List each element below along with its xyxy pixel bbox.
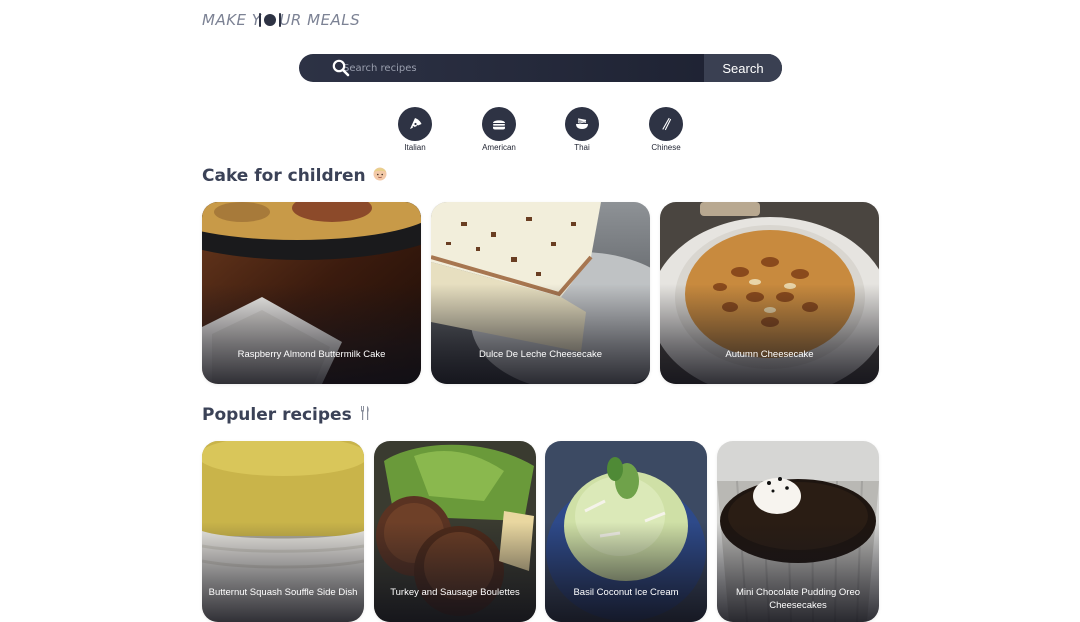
card-gradient <box>660 283 879 384</box>
recipe-card[interactable]: Raspberry Almond Buttermilk Cake <box>202 202 421 384</box>
search-field <box>299 54 704 82</box>
section-heading: Populer recipes <box>202 405 352 425</box>
cuisine-label: Chinese <box>651 143 681 152</box>
noodle-bowl-icon <box>565 107 599 141</box>
card-gradient <box>545 522 707 622</box>
cuisine-nav: Italian American Thai Chinese <box>0 107 1080 153</box>
recipe-card[interactable]: Autumn Cheesecake <box>660 202 879 384</box>
recipe-card[interactable]: Dulce De Leche Cheesecake <box>431 202 650 384</box>
cuisine-chinese[interactable]: Chinese <box>636 107 696 152</box>
search-bar: Search <box>299 54 782 82</box>
logo-text-right: UR MEALS <box>279 11 361 29</box>
search-button[interactable]: Search <box>704 54 782 82</box>
recipe-title: Turkey and Sausage Boulettes <box>390 587 520 598</box>
recipe-title: Basil Coconut Ice Cream <box>573 587 679 598</box>
recipe-title: Raspberry Almond Buttermilk Cake <box>237 349 386 360</box>
burger-icon <box>482 107 516 141</box>
chopsticks-icon <box>649 107 683 141</box>
recipe-card[interactable]: Basil Coconut Ice Cream <box>545 441 707 622</box>
section-title-popular: Populer recipes <box>202 405 372 425</box>
section-heading: Cake for children <box>202 166 366 186</box>
recipe-title: Mini Chocolate Pudding Oreo Cheesecakes <box>735 587 861 611</box>
cuisine-thai[interactable]: Thai <box>552 107 612 152</box>
card-gradient <box>202 283 421 384</box>
card-gradient <box>374 522 536 622</box>
cuisine-american[interactable]: American <box>469 107 529 152</box>
recipe-title: Dulce De Leche Cheesecake <box>478 349 603 360</box>
cuisine-label: Italian <box>404 143 426 152</box>
site-logo[interactable]: MAKE Y UR MEALS <box>202 10 360 30</box>
recipe-card[interactable]: Turkey and Sausage Boulettes <box>374 441 536 622</box>
card-gradient <box>202 522 364 622</box>
recipe-title: Autumn Cheesecake <box>725 349 814 360</box>
baby-icon <box>372 166 388 186</box>
recipe-title: Butternut Squash Souffle Side Dish <box>208 587 358 598</box>
cuisine-label: American <box>482 143 516 152</box>
logo-text-left: MAKE Y <box>202 11 262 29</box>
section-title-cake: Cake for children <box>202 166 388 186</box>
search-input[interactable] <box>299 54 704 82</box>
recipe-card[interactable]: Butternut Squash Souffle Side Dish <box>202 441 364 622</box>
fork-knife-icon <box>358 405 372 425</box>
recipe-card[interactable]: Mini Chocolate Pudding Oreo Cheesecakes <box>717 441 879 622</box>
cuisine-italian[interactable]: Italian <box>385 107 445 152</box>
cuisine-label: Thai <box>574 143 590 152</box>
card-gradient <box>431 283 650 384</box>
search-icon <box>332 59 350 77</box>
pizza-icon <box>398 107 432 141</box>
plate-icon <box>259 12 282 28</box>
